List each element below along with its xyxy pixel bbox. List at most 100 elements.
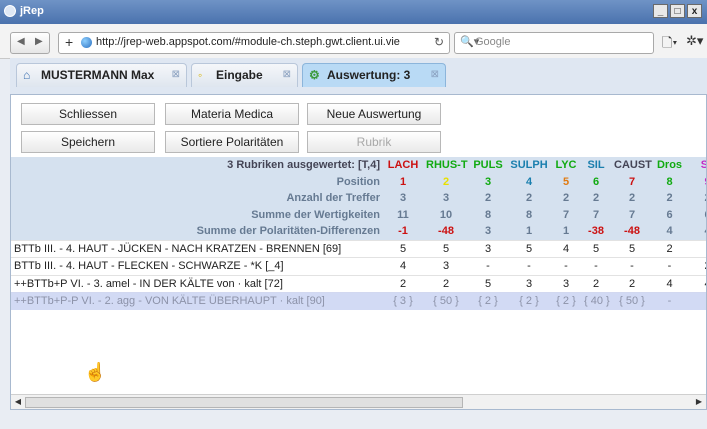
rubric-row[interactable]: ++BTTb+P-P VI. - 2. agg - VON KÄLTE ÜBER…: [11, 292, 706, 310]
neue-auswertung-button[interactable]: Neue Auswertung: [307, 103, 441, 125]
tab-eingabe[interactable]: ◦ Eingabe ⊠: [191, 63, 298, 87]
tab-patient[interactable]: ⌂ MUSTERMANN Max ⊠: [16, 63, 187, 87]
summary-cell: 7: [611, 206, 653, 223]
rubric-cell: 3: [423, 257, 469, 275]
rubrik-button: Rubrik: [307, 131, 441, 153]
close-window-button[interactable]: x: [687, 4, 702, 18]
browser-toolbar: ◀ ▶ + http://jrep-web.appspot.com/#modul…: [0, 24, 707, 59]
rubric-cell: 2: [653, 239, 686, 258]
rubric-row[interactable]: BTTb III. - 4. HAUT - JÜCKEN - NACH KRAT…: [11, 239, 706, 258]
rubric-label[interactable]: BTTb III. - 4. HAUT - FLECKEN - SCHWARZE…: [11, 257, 383, 275]
summary-label: Position: [11, 173, 383, 190]
rubric-row[interactable]: BTTb III. - 4. HAUT - FLECKEN - SCHWARZE…: [11, 257, 706, 275]
summary-cell: 7: [551, 206, 581, 223]
rubric-cell: 2: [611, 274, 653, 293]
rubric-cell: 2: [686, 257, 706, 275]
tab-close-icon[interactable]: ⊠: [172, 64, 180, 86]
remedy-name-lyc[interactable]: LYC: [551, 157, 581, 174]
remedy-name-dros[interactable]: Dros: [653, 157, 686, 174]
summary-label: Summe der Polaritäten-Differenzen: [11, 223, 383, 240]
rubric-cell: 4: [383, 257, 423, 275]
summary-cell: 1: [383, 173, 423, 190]
rubric-label[interactable]: ++BTTb+P VI. - 3. amel - IN DER KÄLTE vo…: [11, 274, 383, 293]
summary-row: Summe der Polaritäten-Differenzen -1 -48 3 1…: [11, 223, 706, 240]
rubric-label[interactable]: ++BTTb+P-P VI. - 2. agg - VON KÄLTE ÜBER…: [11, 292, 383, 310]
rubric-cell: { 2 }: [507, 292, 551, 310]
summary-row: Summe der Wertigkeiten11108877766: [11, 206, 706, 223]
remedy-name-lach[interactable]: LACH: [383, 157, 423, 174]
summary-cell: 3: [383, 190, 423, 207]
summary-cell: 11: [383, 206, 423, 223]
rubric-cell: 4: [653, 274, 686, 293]
summary-cell: -48: [423, 223, 469, 240]
rubric-cell: 5: [469, 274, 507, 293]
window-title: jRep: [20, 5, 44, 17]
summary-cell: 2: [507, 190, 551, 207]
rubric-label[interactable]: BTTb III. - 4. HAUT - JÜCKEN - NACH KRAT…: [11, 239, 383, 258]
summary-cell: 10: [423, 206, 469, 223]
summary-cell: 8: [469, 206, 507, 223]
maximize-button[interactable]: □: [670, 4, 685, 18]
plus-icon[interactable]: +: [65, 34, 73, 50]
rubric-cell: -: [653, 257, 686, 275]
summary-cell: -48: [611, 223, 653, 240]
scroll-left-icon[interactable]: ◀: [12, 396, 24, 407]
summary-cell: 4: [653, 223, 686, 240]
schliessen-button[interactable]: Schliessen: [21, 103, 155, 125]
settings-icon[interactable]: ✲▾: [686, 33, 703, 49]
nav-buttons: ◀ ▶: [10, 32, 50, 54]
tab-close-icon[interactable]: ⊠: [283, 64, 291, 86]
rubric-cell: 5: [383, 239, 423, 258]
scroll-right-icon[interactable]: ▶: [693, 396, 705, 407]
remedy-name-rhus-t[interactable]: RHUS-T: [423, 157, 469, 174]
summary-label: Anzahl der Treffer: [11, 190, 383, 207]
horizontal-scrollbar[interactable]: ◀ ▶: [11, 394, 706, 409]
rubric-row[interactable]: ++BTTb+P VI. - 3. amel - IN DER KÄLTE vo…: [11, 274, 706, 293]
url-text[interactable]: http://jrep-web.appspot.com/#module-ch.s…: [96, 36, 400, 48]
home-icon: ⌂: [23, 68, 31, 82]
tab-bar: ⌂ MUSTERMANN Max ⊠ ◦ Eingabe ⊠ ⚙ Auswert…: [10, 58, 707, 94]
rubric-cell: -: [551, 257, 581, 275]
summary-cell: -1: [383, 223, 423, 240]
summary-cell: 2: [653, 190, 686, 207]
reload-icon[interactable]: ↻: [434, 35, 444, 49]
rubric-cell: { 50 }: [611, 292, 653, 310]
rubric-cell: -: [507, 257, 551, 275]
tab-auswertung[interactable]: ⚙ Auswertung: 3 ⊠: [302, 63, 446, 87]
rubric-cell: { 2 }: [551, 292, 581, 310]
rubric-cell: 2: [581, 274, 611, 293]
summary-label: Summe der Wertigkeiten: [11, 206, 383, 223]
search-input[interactable]: 🔍▾ Google: [454, 32, 654, 54]
remedy-name-puls[interactable]: PULS: [469, 157, 507, 174]
summary-cell: 1: [551, 223, 581, 240]
rubric-cell: 5: [611, 239, 653, 258]
remedy-name-sulph[interactable]: SULPH: [507, 157, 551, 174]
summary-cell: 8: [507, 206, 551, 223]
scroll-thumb[interactable]: [25, 397, 463, 408]
rubric-cell: -: [581, 257, 611, 275]
rubric-cell: { 2 }: [469, 292, 507, 310]
sortiere-polaritaeten-button[interactable]: Sortiere Polaritäten: [165, 131, 299, 153]
tab-close-icon[interactable]: ⊠: [431, 64, 439, 86]
summary-cell: 1: [507, 223, 551, 240]
address-bar[interactable]: + http://jrep-web.appspot.com/#module-ch…: [58, 32, 450, 54]
tab-label: Auswertung: 3: [327, 68, 411, 82]
materia-medica-button[interactable]: Materia Medica: [165, 103, 299, 125]
rubric-cell: 5: [423, 239, 469, 258]
summary-cell: 6: [653, 206, 686, 223]
back-icon[interactable]: ◀: [17, 36, 25, 47]
globe-icon: [81, 37, 92, 48]
tab-label: MUSTERMANN Max: [41, 68, 155, 82]
forward-icon[interactable]: ▶: [35, 36, 43, 47]
summary-cell: 4: [686, 223, 706, 240]
summary-cell: 2: [551, 190, 581, 207]
speichern-button[interactable]: Speichern: [21, 131, 155, 153]
rubric-cell: { 3 }: [383, 292, 423, 310]
app-icon: [4, 5, 16, 17]
remedy-name-sil[interactable]: SIL: [581, 157, 611, 174]
remedy-name-se[interactable]: Se: [686, 157, 706, 174]
minimize-button[interactable]: _: [653, 4, 668, 18]
bookmark-icon[interactable]: 🗋▾: [662, 34, 677, 56]
remedy-name-caust[interactable]: CAUST: [611, 157, 653, 174]
rubric-cell: 3: [507, 274, 551, 293]
